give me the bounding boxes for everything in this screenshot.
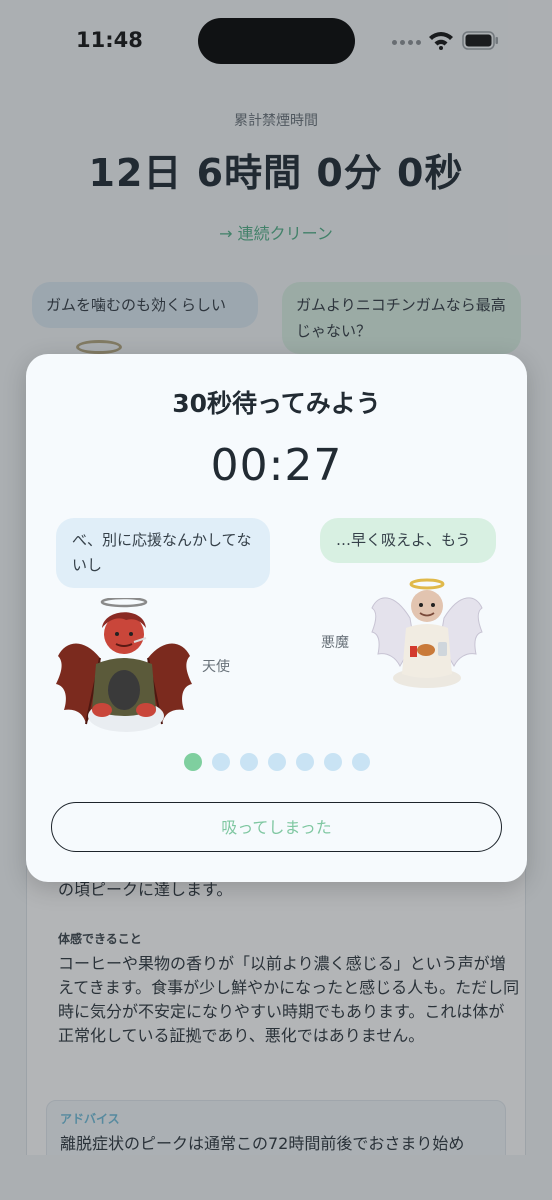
page-dot [324,753,342,771]
page-dot [296,753,314,771]
angel-character-image [371,578,483,688]
page-dot [352,753,370,771]
angel-label: 天使 [202,659,230,675]
page-dot [212,753,230,771]
devil-character-image [56,598,192,732]
page-dot [268,753,286,771]
angel-speech-bubble: べ、別に応援なんかしてないし [56,518,270,588]
page-dot [240,753,258,771]
page-indicator [184,753,370,771]
devil-speech-bubble: …早く吸えよ、もう [320,518,496,563]
countdown-timer: 00:27 [210,440,343,491]
modal-title: 30秒待ってみよう [172,389,381,418]
page-dot [184,753,202,771]
devil-label: 悪魔 [321,635,349,651]
wait-modal: 30秒待ってみよう 00:27 べ、別に応援なんかしてないし …早く吸えよ、もう… [26,354,527,882]
smoked-button[interactable]: 吸ってしまった [51,802,502,852]
